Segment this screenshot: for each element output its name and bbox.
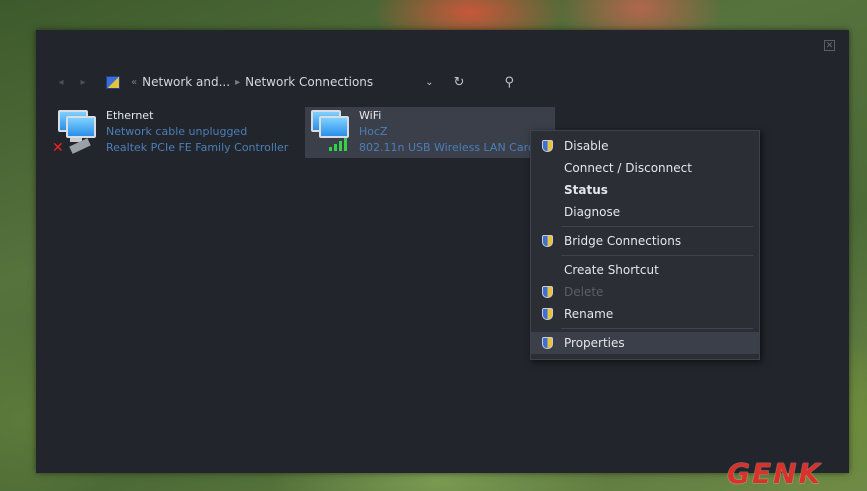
menu-item-connect-disconnect[interactable]: Connect / Disconnect	[531, 157, 759, 179]
uac-shield-icon	[542, 337, 553, 349]
uac-shield-icon	[542, 235, 553, 247]
uac-shield-icon	[542, 140, 553, 152]
forward-button[interactable]: ▸	[72, 77, 94, 88]
menu-separator	[561, 255, 753, 256]
control-panel-icon	[106, 75, 120, 89]
connection-name: Ethernet	[106, 109, 154, 122]
menu-item-label: Delete	[564, 285, 604, 299]
connection-wifi-text: WiFi HocZ 802.11n USB Wireless LAN Card	[355, 108, 535, 156]
menu-item-create-shortcut[interactable]: Create Shortcut	[531, 259, 759, 281]
chevron-down-icon[interactable]: ⌄	[425, 77, 433, 88]
search-icon[interactable]: ⚲	[504, 75, 514, 90]
connection-ethernet-text: Ethernet Network cable unplugged Realtek…	[102, 108, 288, 156]
menu-item-label: Bridge Connections	[564, 234, 682, 248]
close-icon[interactable]: ✕	[824, 40, 835, 51]
connection-status: Network cable unplugged	[106, 125, 248, 138]
address-bar: ◂ ▸ « Network and... ▸ Network Connectio…	[50, 72, 540, 92]
wifi-adapter-icon	[305, 108, 355, 158]
menu-separator	[561, 328, 753, 329]
menu-item-rename[interactable]: Rename	[531, 303, 759, 325]
menu-item-label: Create Shortcut	[564, 263, 659, 277]
signal-strength-icon	[329, 138, 347, 151]
monitor-icon	[66, 116, 96, 138]
menu-item-label: Connect / Disconnect	[564, 161, 692, 175]
connection-name: WiFi	[359, 109, 382, 122]
breadcrumb-network-and[interactable]: Network and...	[142, 75, 230, 89]
menu-separator	[561, 226, 753, 227]
menu-item-label: Status	[564, 183, 608, 197]
breadcrumb-overflow-icon[interactable]: «	[131, 77, 137, 88]
connection-status: HocZ	[359, 125, 388, 138]
menu-item-properties[interactable]: Properties	[531, 332, 759, 354]
refresh-icon[interactable]: ↻	[454, 75, 465, 90]
connection-wifi[interactable]: WiFi HocZ 802.11n USB Wireless LAN Card	[305, 107, 555, 158]
ethernet-adapter-icon: ✕	[52, 108, 102, 158]
menu-item-label: Properties	[564, 336, 625, 350]
menu-item-disable[interactable]: Disable	[531, 135, 759, 157]
connection-ethernet[interactable]: ✕ Ethernet Network cable unplugged Realt…	[52, 108, 302, 158]
back-button[interactable]: ◂	[50, 77, 72, 88]
connection-device: 802.11n USB Wireless LAN Card	[359, 141, 535, 154]
menu-item-delete: Delete	[531, 281, 759, 303]
genk-logo: GENK	[727, 457, 823, 490]
menu-item-label: Diagnose	[564, 205, 621, 219]
uac-shield-icon	[542, 308, 553, 320]
disconnected-x-icon: ✕	[52, 140, 64, 156]
menu-item-label: Disable	[564, 139, 609, 153]
uac-shield-icon	[542, 286, 553, 298]
connection-device: Realtek PCIe FE Family Controller	[106, 141, 289, 154]
breadcrumb-separator-icon[interactable]: ▸	[235, 77, 240, 88]
breadcrumb-network-connections[interactable]: Network Connections	[245, 75, 373, 89]
menu-item-status[interactable]: Status	[531, 179, 759, 201]
monitor-icon	[319, 116, 349, 138]
context-menu: Disable Connect / Disconnect Status Diag…	[530, 130, 760, 360]
menu-item-diagnose[interactable]: Diagnose	[531, 201, 759, 223]
menu-item-label: Rename	[564, 307, 614, 321]
menu-item-bridge-connections[interactable]: Bridge Connections	[531, 230, 759, 252]
